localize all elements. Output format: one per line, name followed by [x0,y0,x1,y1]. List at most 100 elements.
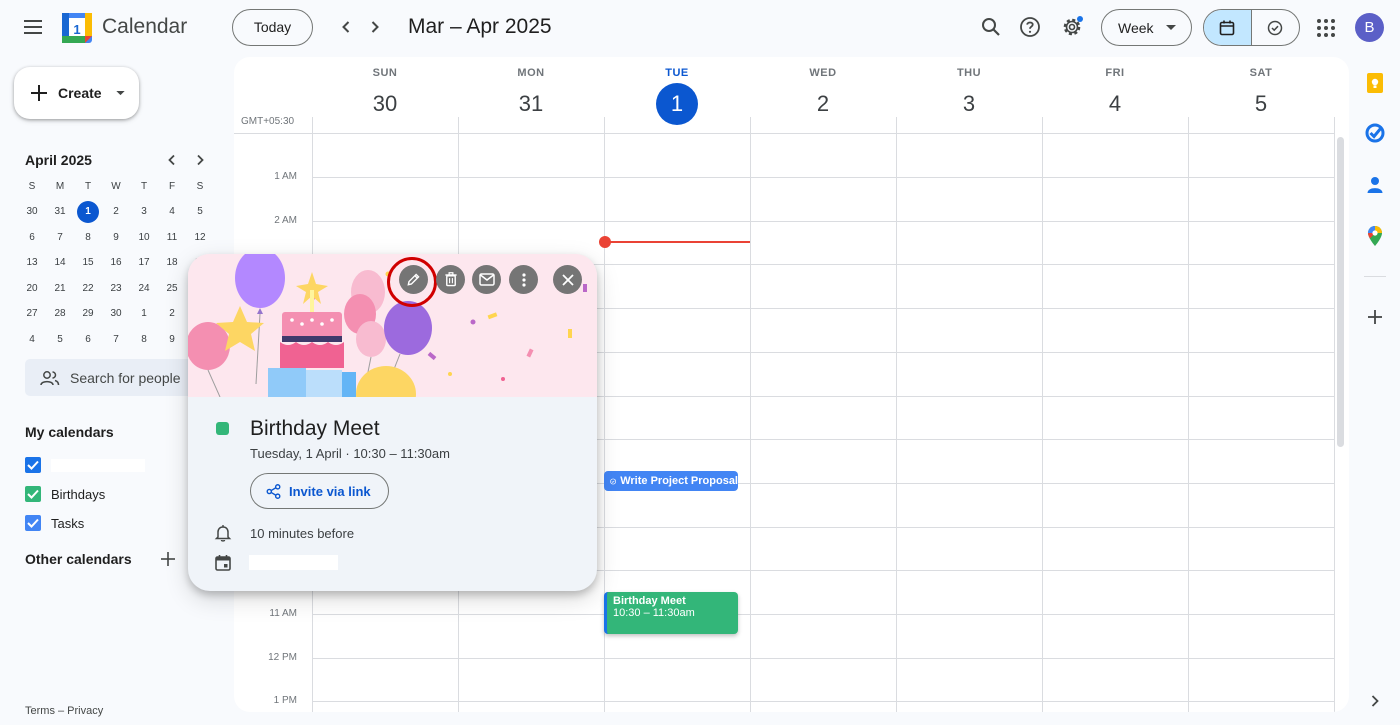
mini-calendar-day[interactable]: 4 [158,201,186,223]
other-calendars-heading[interactable]: Other calendars [25,551,132,567]
contacts-icon[interactable] [1364,174,1386,196]
mini-calendar-day[interactable]: 17 [130,252,158,274]
mini-calendar-day[interactable]: 30 [102,303,130,325]
view-selector-dropdown[interactable]: Week [1101,9,1192,46]
keep-icon[interactable] [1364,72,1386,94]
mini-calendar-day[interactable]: 8 [130,329,158,351]
mini-calendar-weekday: W [111,180,121,192]
day-column-header[interactable]: MON 31 [458,57,604,133]
mini-calendar-day[interactable]: 9 [158,329,186,351]
day-column-header[interactable]: TUE 1 [604,57,750,133]
event-title: Birthday Meet [613,595,686,607]
mini-calendar-day[interactable]: 18 [158,252,186,274]
birthday-event-block[interactable]: Birthday Meet 10:30 – 11:30am [604,592,738,634]
mini-calendar-day[interactable]: 22 [74,278,102,300]
mini-calendar-day[interactable]: 24 [130,278,158,300]
mini-calendar-day[interactable]: 7 [46,227,74,249]
get-add-ons-plus-icon[interactable] [1364,306,1386,328]
date-number[interactable]: 30 [364,83,406,125]
date-number[interactable]: 5 [1240,83,1282,125]
mini-calendar-day[interactable]: 5 [186,201,214,223]
day-column-header[interactable]: SUN 30 [312,57,458,133]
checkbox-checked-icon[interactable] [25,515,41,531]
main-menu-icon[interactable] [18,12,48,42]
mini-calendar-day[interactable]: 25 [158,278,186,300]
help-icon[interactable] [1017,14,1043,40]
mini-calendar-day[interactable]: 8 [74,227,102,249]
next-week-icon[interactable] [363,15,387,39]
mini-calendar-weekday: T [84,180,92,192]
mini-calendar-day[interactable]: 3 [130,201,158,223]
mini-calendar-day[interactable]: 10 [130,227,158,249]
mini-calendar-day[interactable]: 16 [102,252,130,274]
search-people-field[interactable]: Search for people [25,359,215,396]
grid-scrollbar[interactable] [1337,137,1344,447]
calendar-list-item[interactable]: Tasks [25,514,84,532]
expand-side-panel-icon[interactable] [1364,690,1386,712]
more-options-button[interactable] [509,265,538,294]
mini-calendar-day[interactable]: 6 [74,329,102,351]
add-other-calendar-icon[interactable] [159,550,177,568]
tasks-icon[interactable] [1364,122,1386,144]
mini-calendar-day[interactable]: 6 [18,227,46,249]
mini-calendar-day[interactable]: 11 [158,227,186,249]
terms-privacy-links[interactable]: Terms – Privacy [25,705,103,717]
mini-calendar-day[interactable]: 28 [46,303,74,325]
mini-calendar-day[interactable]: 14 [46,252,74,274]
mini-calendar-day[interactable]: 4 [18,329,46,351]
tasks-view-icon[interactable] [1252,10,1300,45]
date-number[interactable]: 3 [948,83,990,125]
day-column-header[interactable]: SAT 5 [1188,57,1334,133]
close-popup-button[interactable] [553,265,582,294]
date-number[interactable]: 31 [510,83,552,125]
settings-gear-icon[interactable] [1059,14,1085,40]
maps-icon[interactable] [1364,225,1386,247]
account-avatar[interactable]: B [1355,13,1384,42]
mini-calendar-day[interactable]: 1 [130,303,158,325]
day-column-divider [1334,117,1335,712]
today-button[interactable]: Today [232,9,313,46]
delete-event-button[interactable] [436,265,465,294]
mini-calendar-day[interactable]: 2 [102,201,130,223]
previous-week-icon[interactable] [334,15,358,39]
date-range-title: Mar – Apr 2025 [408,15,552,38]
mini-calendar-day[interactable]: 2 [158,303,186,325]
calendar-view-icon[interactable] [1204,10,1252,45]
mini-calendar-next-icon[interactable] [191,151,209,169]
mini-calendar-day[interactable]: 9 [102,227,130,249]
mini-calendar-day[interactable]: 13 [18,252,46,274]
mini-calendar-day[interactable]: 5 [46,329,74,351]
day-column-header[interactable]: THU 3 [896,57,1042,133]
date-number[interactable]: 2 [802,83,844,125]
mini-calendar-day[interactable]: 30 [18,201,46,223]
google-apps-icon[interactable] [1313,15,1339,41]
date-number[interactable]: 4 [1094,83,1136,125]
checkbox-checked-icon[interactable] [25,486,41,502]
invite-via-link-button[interactable]: Invite via link [250,473,389,509]
mini-calendar-day[interactable]: 15 [74,252,102,274]
calendar-list-item[interactable] [25,456,145,474]
today-date-number[interactable]: 1 [656,83,698,125]
svg-text:1: 1 [73,22,80,37]
mini-calendar-day[interactable]: 7 [102,329,130,351]
day-column-header[interactable]: FRI 4 [1042,57,1188,133]
mini-calendar-day[interactable]: 23 [102,278,130,300]
mini-calendar-today[interactable]: 1 [77,201,99,224]
task-chip[interactable]: Write Project Proposal [604,471,738,491]
my-calendars-heading[interactable]: My calendars [25,424,114,440]
email-guests-button[interactable] [472,265,501,294]
calendar-list-item[interactable]: Birthdays [25,485,105,503]
create-button[interactable]: Create [14,67,139,119]
search-icon[interactable] [978,14,1004,40]
mini-calendar-day[interactable]: 27 [18,303,46,325]
mini-calendar-day[interactable]: 21 [46,278,74,300]
mini-calendar-day[interactable]: 20 [18,278,46,300]
checkbox-checked-icon[interactable] [25,457,41,473]
search-people-placeholder: Search for people [70,369,181,386]
day-column-header[interactable]: WED 2 [750,57,896,133]
mini-calendar-prev-icon[interactable] [163,151,181,169]
mini-calendar-day[interactable]: 31 [46,201,74,223]
mini-calendar-weekday: S [28,180,36,192]
mini-calendar-day[interactable]: 12 [186,227,214,249]
mini-calendar-day[interactable]: 29 [74,303,102,325]
